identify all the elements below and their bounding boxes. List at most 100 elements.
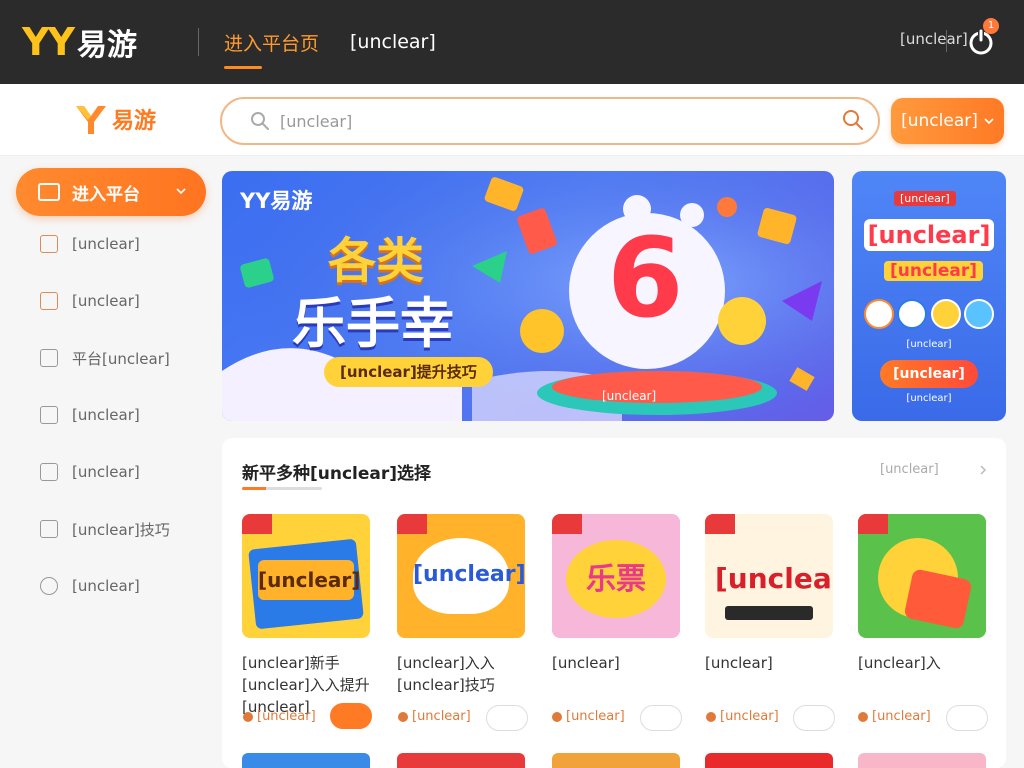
- card-action-button-3[interactable]: [640, 705, 682, 731]
- user-icon: [40, 577, 58, 595]
- card-tag: [242, 514, 272, 534]
- card-image-4[interactable]: [unclear]: [705, 514, 833, 638]
- side-banner-sub: [unclear]: [884, 261, 984, 281]
- header-logo[interactable]: 易游: [72, 100, 156, 138]
- header-action-label: [unclear]: [901, 111, 978, 131]
- sidebar-item-label: [unclear]技巧: [72, 520, 170, 539]
- image-icon: [40, 463, 58, 481]
- card-image-1[interactable]: [unclear]: [242, 514, 370, 638]
- card-art: [725, 606, 813, 620]
- card-stat-1: [unclear]: [243, 709, 316, 724]
- card-art-text: [unclear]: [258, 560, 360, 600]
- top-logo[interactable]: YY 易游: [22, 20, 137, 64]
- sidebar-item-2[interactable]: [unclear]: [40, 289, 200, 313]
- card-title-3[interactable]: [unclear]: [552, 652, 692, 674]
- card-action-button-4[interactable]: [793, 705, 835, 731]
- banner-bottom-label: [unclear]: [602, 389, 657, 403]
- card-image-3[interactable]: 乐票: [552, 514, 680, 638]
- main-banner[interactable]: YY易游 各类 乐手幸 [unclear]提升技巧 6 [unclear]: [222, 171, 834, 421]
- next-card-4[interactable]: [705, 753, 833, 768]
- card-title-5[interactable]: [unclear]入: [858, 652, 998, 674]
- tag-icon: [40, 406, 58, 424]
- fire-icon: [552, 711, 562, 722]
- side-banner-caption: [unclear]: [906, 339, 952, 350]
- sidebar-item-active[interactable]: 进入平台: [16, 168, 206, 216]
- sidebar-item-5[interactable]: [unclear]: [40, 460, 200, 484]
- card-title-4[interactable]: [unclear]: [705, 652, 845, 674]
- card-tag: [858, 514, 888, 534]
- y-logo-icon: [76, 106, 106, 134]
- section-underline: [242, 487, 322, 490]
- card-stat-4: [unclear]: [706, 709, 779, 724]
- top-right-link[interactable]: [unclear]: [900, 30, 968, 48]
- card-stat-2: [unclear]: [398, 709, 471, 724]
- notification-badge: 1: [983, 18, 999, 34]
- card-count: [unclear]: [872, 709, 931, 724]
- card-art-text: 乐票: [586, 562, 646, 597]
- top-nav-second[interactable]: [unclear]: [350, 0, 436, 84]
- fire-icon: [858, 711, 868, 722]
- card-tag: [552, 514, 582, 534]
- coin-icon: [930, 299, 961, 329]
- banner-brand: YY易游: [240, 189, 313, 213]
- section-more-link[interactable]: [unclear]: [880, 462, 939, 477]
- top-divider: [198, 28, 199, 56]
- banner-pill[interactable]: [unclear]提升技巧: [324, 357, 493, 387]
- sidebar-item-7[interactable]: [unclear]: [40, 574, 200, 598]
- card-stat-5: [unclear]: [858, 709, 931, 724]
- card-art-text: [unclear]: [715, 562, 833, 595]
- chevron-down-icon: [984, 118, 994, 125]
- sidebar-item-label: [unclear]: [72, 577, 140, 595]
- side-banner[interactable]: [unclear] [unclear] [unclear] [unclear] …: [852, 171, 1006, 421]
- next-card-1[interactable]: [242, 753, 370, 768]
- grid-icon: [40, 292, 58, 310]
- coin-icon: [897, 299, 928, 329]
- card-tag: [705, 514, 735, 534]
- card-action-button-5[interactable]: [946, 705, 988, 731]
- section-title: 新平多种[unclear]选择: [242, 464, 432, 484]
- card-title-2[interactable]: [unclear]入入[unclear]技巧: [397, 652, 537, 696]
- table-icon: [40, 520, 58, 538]
- fire-icon: [398, 711, 408, 722]
- chevron-right-icon[interactable]: [978, 465, 988, 475]
- chevron-down-icon: [176, 188, 186, 195]
- sidebar-item-label: [unclear]: [72, 463, 140, 481]
- sidebar-item-6[interactable]: [unclear]技巧: [40, 517, 200, 541]
- search-input[interactable]: [280, 107, 820, 135]
- side-banner-button[interactable]: [unclear]: [880, 360, 978, 388]
- card-image-5[interactable]: [858, 514, 986, 638]
- search-icon: [251, 112, 269, 130]
- sidebar-item-label: [unclear]: [72, 406, 140, 424]
- next-card-3[interactable]: [552, 753, 680, 768]
- coin-icon: [964, 299, 995, 329]
- card-count: [unclear]: [566, 709, 625, 724]
- card-count: [unclear]: [257, 709, 316, 724]
- card-art-text: [unclear]: [413, 562, 525, 587]
- card-action-button-1[interactable]: [330, 703, 372, 729]
- top-nav-underline: [224, 66, 262, 69]
- search-submit-icon[interactable]: [842, 109, 864, 131]
- next-card-5[interactable]: [858, 753, 986, 768]
- next-card-2[interactable]: [397, 753, 525, 768]
- card-count: [unclear]: [412, 709, 471, 724]
- side-banner-icons: [862, 299, 996, 331]
- monitor-icon: [38, 183, 60, 201]
- top-right-divider: [946, 30, 947, 52]
- sidebar-item-3[interactable]: 平台[unclear]: [40, 346, 200, 370]
- sidebar-item-label: [unclear]: [72, 235, 140, 253]
- card-image-2[interactable]: [unclear]: [397, 514, 525, 638]
- card-action-button-2[interactable]: [486, 705, 528, 731]
- top-logo-text: 易游: [77, 28, 138, 63]
- fire-icon: [243, 711, 253, 722]
- side-banner-tag: [unclear]: [894, 191, 956, 206]
- sidebar-item-label: 平台[unclear]: [72, 349, 170, 368]
- top-nav-platform[interactable]: 进入平台页: [224, 0, 319, 84]
- sidebar-item-1[interactable]: [unclear]: [40, 232, 200, 256]
- header-action-button[interactable]: [unclear]: [891, 98, 1004, 144]
- top-logo-yy: YY: [22, 20, 75, 64]
- card-tag: [397, 514, 427, 534]
- sidebar-item-4[interactable]: [unclear]: [40, 403, 200, 427]
- sidebar-item-label: [unclear]: [72, 292, 140, 310]
- chart-icon: [40, 349, 58, 367]
- card-art: [903, 568, 973, 630]
